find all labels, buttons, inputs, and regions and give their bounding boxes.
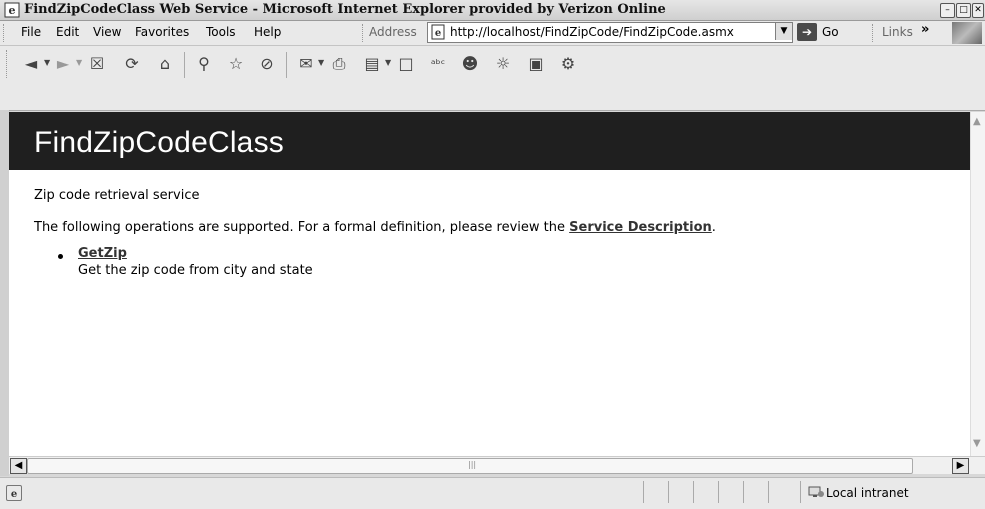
title-bar: e FindZipCodeClass Web Service - Microso… [0,0,985,21]
search-icon[interactable]: ⚲ [192,52,216,76]
history-icon[interactable]: ⊘ [255,52,279,76]
toolbar-separator [286,52,287,78]
edit-dropdown-icon[interactable]: ▼ [385,58,391,67]
operation-description: Get the zip code from city and state [78,263,313,278]
service-description-link[interactable]: Service Description [569,220,712,235]
operation-link-getzip[interactable]: GetZip [78,246,127,261]
edit-icon[interactable]: ▤ [360,52,384,76]
status-bar: e Local intranet [0,477,985,509]
home-icon[interactable]: ⌂ [153,52,177,76]
mail-icon[interactable]: ✉ [294,52,318,76]
page-icon: e [431,24,445,40]
left-frame-edge [0,110,9,476]
scroll-up-icon[interactable]: ▲ [973,116,981,127]
menu-help[interactable]: Help [254,25,281,39]
vertical-scrollbar[interactable]: ▲ ▼ [970,112,985,456]
windows-logo-icon [952,22,982,44]
scroll-right-icon[interactable]: ▶ [952,458,969,474]
status-panel [743,481,744,503]
browser-window: e FindZipCodeClass Web Service - Microso… [0,0,985,509]
address-bar[interactable]: e http://localhost/FindZipCode/FindZipCo… [427,22,793,43]
menu-grip[interactable] [3,24,7,42]
links-chevron-icon[interactable]: » [921,22,929,37]
status-panel [800,481,801,503]
media-icon[interactable]: ▣ [524,52,548,76]
intro-text: The following operations are supported. … [34,220,570,235]
go-button-label[interactable]: Go [822,25,839,39]
menu-file[interactable]: File [21,25,41,39]
status-panel [693,481,694,503]
svg-text:e: e [9,4,16,17]
toolbar-grip[interactable] [6,50,10,78]
operation-bullet [58,254,63,259]
back-dropdown-icon[interactable]: ▼ [44,58,50,67]
window-title: FindZipCodeClass Web Service - Microsoft… [24,2,666,17]
favorites-icon[interactable]: ☆ [224,52,248,76]
standard-toolbar: ◄ ▼ ► ▼ ☒ ⟳ ⌂ ⚲ ☆ ⊘ ✉ ▼ ⎙ ▤ ▼ □ ᵃᵇᶜ ☻ ☼ … [0,46,985,111]
status-panel [768,481,769,503]
status-panel [718,481,719,503]
security-zone-label: Local intranet [826,486,909,500]
minimize-button[interactable]: – [940,3,955,18]
menu-view[interactable]: View [93,25,121,39]
back-icon[interactable]: ◄ [19,52,43,76]
menu-favorites[interactable]: Favorites [135,25,189,39]
spellcheck-icon[interactable]: ᵃᵇᶜ [426,52,450,76]
forward-dropdown-icon[interactable]: ▼ [76,58,82,67]
menu-bar: File Edit View Favorites Tools Help Addr… [0,21,985,46]
refresh-icon[interactable]: ⟳ [120,52,144,76]
scroll-down-icon[interactable]: ▼ [973,438,981,449]
address-label: Address [369,25,417,39]
ie-logo-icon: e [4,2,20,18]
intro-end: . [711,220,716,235]
service-description-text: Zip code retrieval service [34,188,200,203]
messenger-icon[interactable]: ☻ [458,52,482,76]
status-panel [668,481,669,503]
go-arrow-icon[interactable]: ➔ [797,23,817,41]
research-icon[interactable]: ☼ [491,52,515,76]
mail-dropdown-icon[interactable]: ▼ [318,58,324,67]
svg-text:e: e [11,489,17,500]
status-panel [643,481,644,503]
toolbar-separator [184,52,185,78]
address-dropdown-icon[interactable]: ▼ [775,23,792,40]
horizontal-scrollbar[interactable]: ◀ ||| ▶ [9,456,985,474]
tools-icon[interactable]: ⚙ [556,52,580,76]
scroll-left-icon[interactable]: ◀ [10,458,27,474]
address-url[interactable]: http://localhost/FindZipCode/FindZipCode… [450,25,734,39]
page-title: FindZipCodeClass [34,126,284,159]
links-label[interactable]: Links [882,25,913,39]
menu-tools[interactable]: Tools [206,25,236,39]
scroll-thumb-grip: ||| [468,460,477,469]
local-intranet-icon [808,486,824,497]
intro-paragraph: The following operations are supported. … [34,220,716,235]
menu-edit[interactable]: Edit [56,25,79,39]
page-header-band: FindZipCodeClass [9,112,970,170]
stop-icon[interactable]: ☒ [85,52,109,76]
discuss-icon[interactable]: □ [394,52,418,76]
forward-icon[interactable]: ► [51,52,75,76]
page-content: FindZipCodeClass Zip code retrieval serv… [9,112,970,456]
svg-text:e: e [435,28,441,39]
maximize-button[interactable]: □ [956,3,971,18]
address-grip[interactable] [362,24,366,42]
links-grip[interactable] [872,24,876,42]
close-button[interactable]: ✕ [972,3,984,18]
print-icon[interactable]: ⎙ [327,52,351,76]
page-status-icon: e [6,485,22,501]
